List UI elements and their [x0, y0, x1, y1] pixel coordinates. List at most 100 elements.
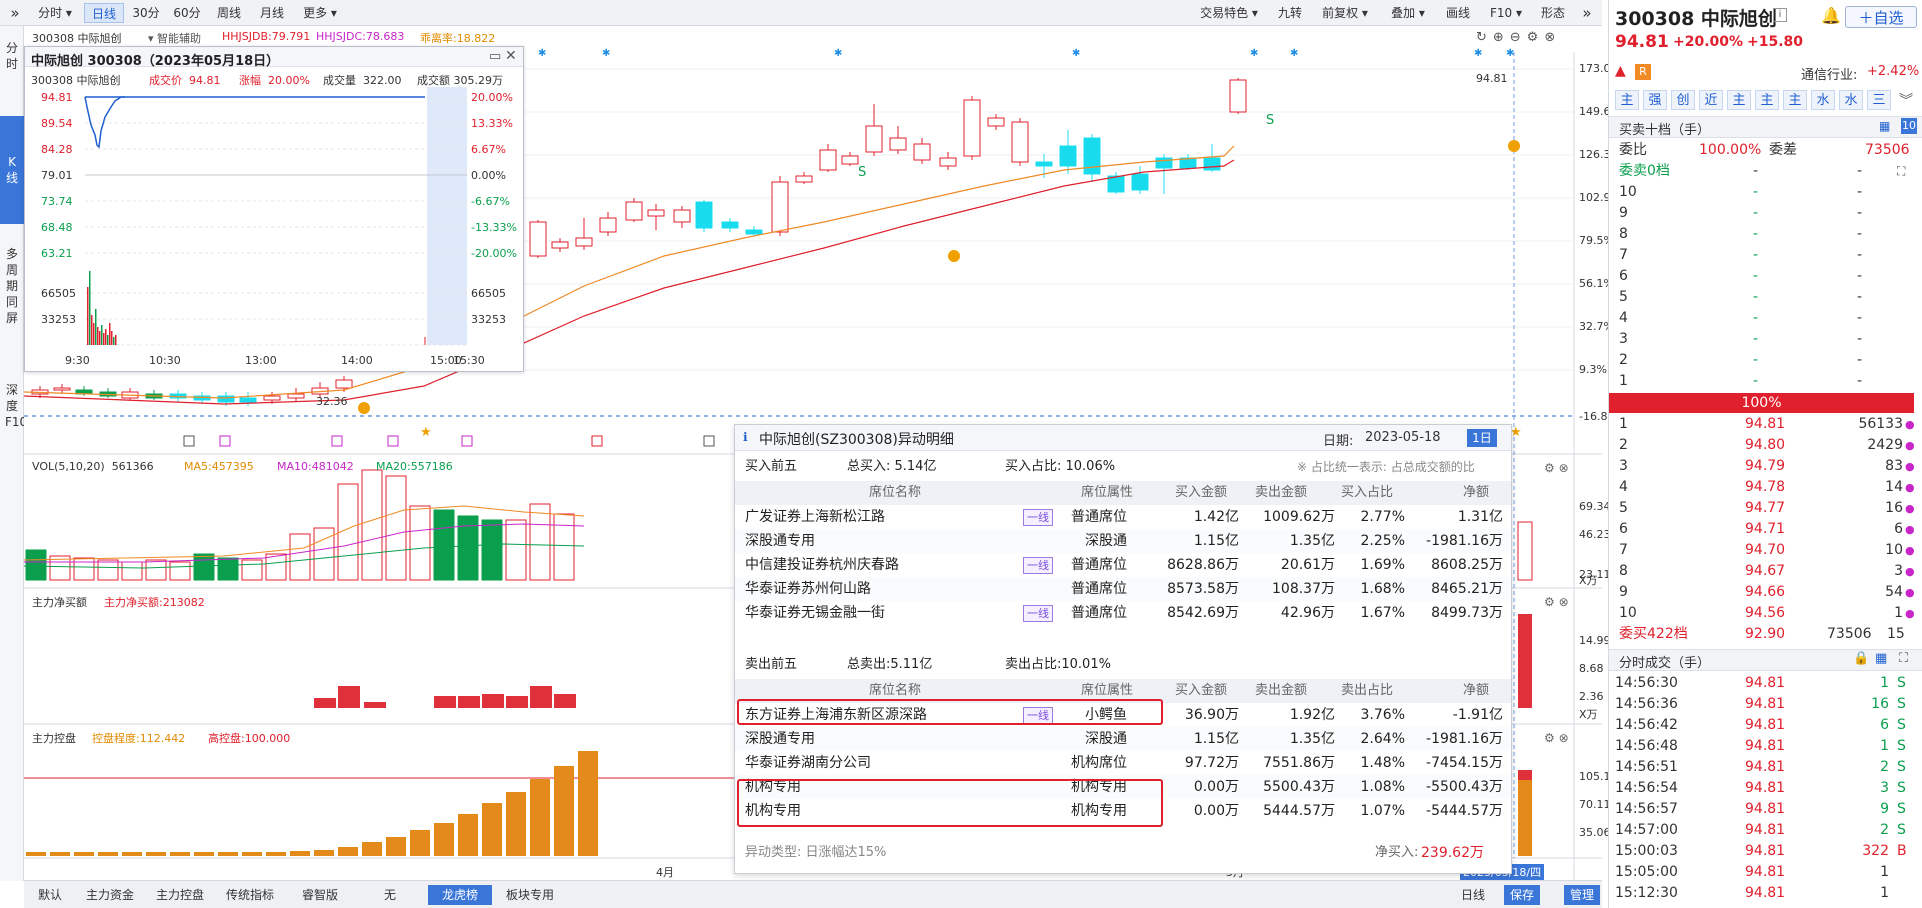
tab-daily[interactable]: 日线 [1452, 885, 1494, 905]
bid-row[interactable]: 2 94.80 2429 ● [1609, 435, 1922, 456]
ask-row[interactable]: 8 - - [1609, 224, 1922, 245]
ask-row[interactable]: 4 - - [1609, 308, 1922, 329]
candle-body[interactable] [963, 99, 981, 157]
candle-body[interactable] [529, 221, 547, 257]
quote-tab[interactable]: 强 [1643, 90, 1667, 110]
expand-icon[interactable]: ⛶ [1897, 161, 1905, 182]
add-favorite-button[interactable]: ＋自选 [1845, 6, 1917, 28]
tab-traditional[interactable]: 传统指标 [218, 885, 282, 905]
candle-body[interactable] [551, 241, 569, 249]
bid-row[interactable]: 4 94.78 14 ● [1609, 477, 1922, 498]
candle-body[interactable] [335, 379, 353, 389]
event-marker-icon[interactable] [331, 435, 343, 447]
sell-row[interactable]: 华泰证券湖南分公司 机构席位 97.72万 7551.86万 1.48% -7454.15… [735, 751, 1511, 775]
expand-icon[interactable]: » [4, 3, 26, 23]
seat-tag[interactable]: 一线 [1023, 509, 1053, 526]
seat-tag[interactable]: 一线 [1023, 557, 1053, 574]
intraday-popup[interactable]: 中际旭创 300308（2023年05月18日） ▭ ✕ 300308 中际旭创… [24, 46, 524, 372]
candle-body[interactable] [819, 149, 837, 171]
candle-body[interactable] [841, 155, 859, 165]
seat-tag[interactable]: 一线 [1023, 605, 1053, 622]
view-multi-period[interactable]: 多周期同屏 [0, 240, 24, 364]
ask-row[interactable]: 2 - - [1609, 350, 1922, 371]
period-month[interactable]: 月线 [252, 3, 292, 23]
candle-body[interactable] [913, 143, 931, 161]
panel-gear-icon[interactable]: ⚙ ⊗ [1544, 731, 1569, 745]
quote-tab[interactable]: 主 [1727, 90, 1751, 110]
panel-gear-icon[interactable]: ⚙ ⊗ [1544, 595, 1569, 609]
bid-row[interactable]: 10 94.56 1 ● [1609, 603, 1922, 624]
tab-ruizhi[interactable]: 睿智版 [288, 885, 352, 905]
chevron-down-icon[interactable]: ︾ [1899, 90, 1913, 110]
smart-assist-toggle[interactable]: ▾ 智能辅助 [148, 30, 201, 46]
expand-icon[interactable]: ⛶ [1899, 651, 1908, 666]
candle-body[interactable] [263, 395, 281, 401]
candle-body[interactable] [575, 237, 593, 247]
period-more[interactable]: 更多 ▾ [295, 3, 345, 23]
buy-row[interactable]: 华泰证券苏州何山路 普通席位 8573.58万 108.37万 1.68% 8465.21… [735, 577, 1511, 601]
signal-s-icon[interactable]: S [1266, 113, 1274, 128]
bid-row[interactable]: 9 94.66 54 ● [1609, 582, 1922, 603]
tab-none[interactable]: 无 [358, 885, 422, 905]
ask-row[interactable]: 5 - - [1609, 287, 1922, 308]
orderbook-depth[interactable]: 10 [1901, 118, 1917, 134]
period-1d-button[interactable]: 1日 [1467, 429, 1497, 447]
quote-tab[interactable]: 水 [1839, 90, 1863, 110]
event-marker-icon[interactable] [387, 435, 399, 447]
trade-feature-button[interactable]: 交易特色 ▾ [1190, 3, 1268, 23]
bid-row[interactable]: 6 94.71 6 ● [1609, 519, 1922, 540]
collapse-right-icon[interactable]: » [1576, 3, 1598, 23]
chart-tool-icons[interactable]: ↻⊕⊖⚙⊗ [1476, 30, 1561, 45]
quote-tab[interactable]: 水 [1811, 90, 1835, 110]
candle-body[interactable] [647, 209, 665, 217]
bid-row[interactable]: 3 94.79 83 ● [1609, 456, 1922, 477]
ask-row[interactable]: 10 - - [1609, 182, 1922, 203]
save-button[interactable]: 保存 [1504, 885, 1540, 905]
jiuzhuan-button[interactable]: 九转 [1272, 3, 1308, 23]
tab-main-control[interactable]: 主力控盘 [148, 885, 212, 905]
tab-main-fund[interactable]: 主力资金 [78, 885, 142, 905]
candle-body[interactable] [695, 201, 713, 229]
candle-body[interactable] [1229, 79, 1247, 113]
quote-tab[interactable]: 主 [1755, 90, 1779, 110]
candle-body[interactable] [1131, 173, 1149, 191]
candle-body[interactable] [287, 393, 305, 399]
lhb-detail-popup[interactable]: ℹ 中际旭创(SZ300308)异动明细 日期: 2023-05-18 1日 买… [734, 424, 1512, 874]
bid-row[interactable]: 8 94.67 3 ● [1609, 561, 1922, 582]
ask-row[interactable]: 6 - - [1609, 266, 1922, 287]
signal-b-icon[interactable] [1508, 140, 1520, 152]
candle-body[interactable] [865, 125, 883, 153]
period-daily[interactable]: 日线 [84, 3, 124, 23]
grid-icon[interactable]: ▦ [1875, 651, 1887, 666]
manage-button[interactable]: 管理 [1564, 885, 1600, 905]
draw-line-button[interactable]: 画线 [1438, 3, 1478, 23]
close-icon[interactable]: ✕ [505, 48, 517, 64]
bid-row[interactable]: 7 94.70 10 ● [1609, 540, 1922, 561]
period-30m[interactable]: 30分 [127, 3, 165, 23]
quote-tab[interactable]: 主 [1615, 90, 1639, 110]
candle-body[interactable] [239, 397, 257, 403]
quote-tab[interactable]: 创 [1671, 90, 1695, 110]
event-marker-icon[interactable] [703, 435, 715, 447]
view-fenshi[interactable]: 分时 [0, 36, 24, 80]
ask-row[interactable]: 3 - - [1609, 329, 1922, 350]
buy-row[interactable]: 广发证券上海新松江路 一线 普通席位 1.42亿 1009.62万 2.77% 1.31亿 [735, 505, 1511, 529]
pattern-button[interactable]: 形态 [1534, 3, 1572, 23]
event-marker-icon[interactable] [461, 435, 473, 447]
ask-row[interactable]: 7 - - [1609, 245, 1922, 266]
period-fenshi[interactable]: 分时 ▾ [30, 3, 80, 23]
buy-row[interactable]: 深股通专用 深股通 1.15亿 1.35亿 2.25% -1981.16万 [735, 529, 1511, 553]
minimize-icon[interactable]: ▭ [489, 49, 501, 64]
f10-button[interactable]: F10 ▾ [1482, 3, 1530, 23]
sell-row[interactable]: 深股通专用 深股通 1.15亿 1.35亿 2.64% -1981.16万 [735, 727, 1511, 751]
candle-body[interactable] [1011, 121, 1029, 163]
signal-b-icon[interactable] [948, 250, 960, 262]
view-kline[interactable]: K线 [0, 116, 24, 224]
candle-body[interactable] [673, 209, 691, 223]
buy-row[interactable]: 中信建投证券杭州庆春路 一线 普通席位 8628.86万 20.61万 1.69% 8608… [735, 553, 1511, 577]
tab-sector[interactable]: 板块专用 [498, 885, 562, 905]
bid-row[interactable]: 5 94.77 16 ● [1609, 498, 1922, 519]
view-depth-f10[interactable]: 深度F10 [0, 376, 27, 476]
tab-default[interactable]: 默认 [30, 885, 70, 905]
candle-body[interactable] [53, 387, 71, 391]
